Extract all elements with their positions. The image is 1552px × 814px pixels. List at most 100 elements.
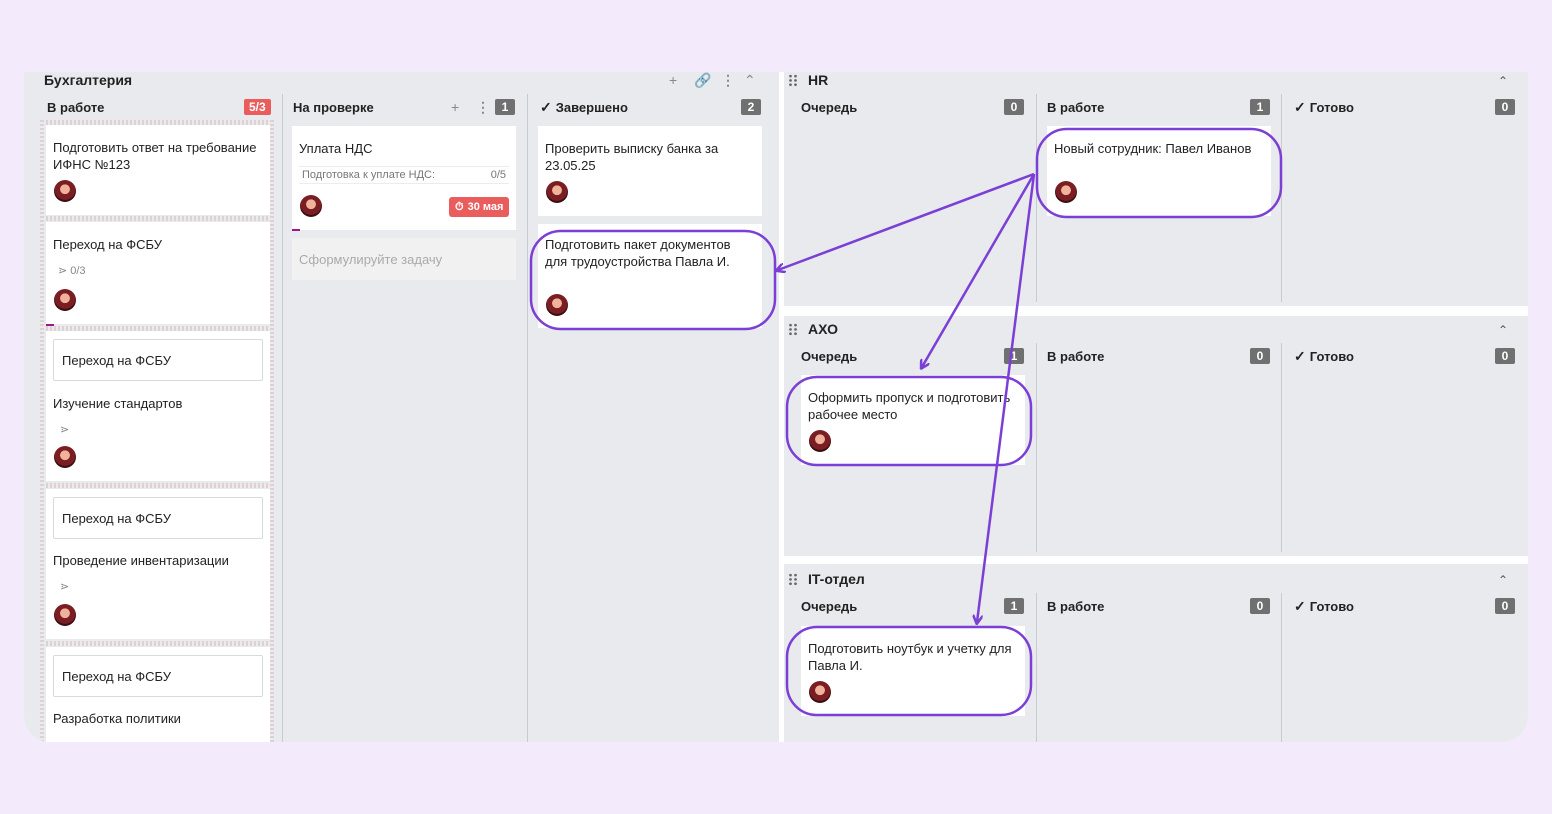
column-divider (1281, 94, 1282, 302)
avatar[interactable] (54, 180, 76, 202)
avatar[interactable] (54, 289, 76, 311)
task-title: Подготовить пакет документов для трудоус… (545, 237, 731, 269)
column-label: Очередь (801, 598, 858, 614)
task-title: Проведение инвентаризации (53, 553, 229, 568)
subtask-card[interactable]: Переход на ФСБУ Проведение инвентаризаци… (46, 489, 270, 639)
count-badge: 1 (1004, 598, 1024, 614)
task-title: Разработка политики (53, 711, 181, 726)
column-header-done: ✓ Готово (1294, 596, 1354, 616)
count-badge: 0 (1495, 598, 1515, 614)
subtask-card[interactable]: Переход на ФСБУ Изучение стандартов ⋗ (46, 331, 270, 481)
task-card[interactable]: Новый сотрудник: Павел Иванов (1047, 126, 1271, 216)
column-divider (1036, 593, 1037, 742)
column-label: На проверке (293, 99, 374, 115)
new-task-input[interactable]: Сформулируйте задачу (292, 238, 516, 280)
checklist-row[interactable]: Подготовка к уплате НДС: 0/5 (299, 166, 509, 184)
task-card[interactable]: Подготовить пакет документов для трудоус… (538, 224, 762, 328)
checklist-progress: 0/5 (490, 169, 506, 181)
avatar[interactable] (54, 604, 76, 626)
column-header-done: ✓ Готово (1294, 97, 1354, 117)
chevron-up-icon[interactable]: ⌃ (1498, 323, 1508, 337)
column-divider (282, 94, 283, 742)
task-title: Новый сотрудник: Павел Иванов (1054, 141, 1252, 156)
task-card[interactable]: Уплата НДС Подготовка к уплате НДС: 0/5 … (292, 126, 516, 230)
plus-icon[interactable]: + (451, 100, 459, 114)
avatar[interactable] (1055, 181, 1077, 203)
subtasks-count: 0/3 (70, 264, 86, 277)
group-title-hr: HR (808, 72, 829, 88)
avatar[interactable] (546, 181, 568, 203)
count-badge: 1 (495, 99, 515, 115)
column-label: В работе (1047, 348, 1105, 364)
column-label: Очередь (801, 99, 858, 115)
column-stripe (270, 120, 274, 742)
parent-task-link[interactable]: Переход на ФСБУ (53, 339, 263, 381)
column-label: В работе (1047, 598, 1105, 614)
column-header-queue: Очередь (801, 346, 857, 366)
task-title: Подготовить ноутбук и учетку для Павла И… (808, 641, 1012, 673)
column-header-review: На проверке (293, 97, 374, 117)
count-badge: 0 (1250, 348, 1270, 364)
column-divider (1036, 94, 1037, 302)
group-axo: АХО ⌃ Очередь 1 В работе 0 ✓ Готово 0 Оф… (784, 316, 1528, 556)
column-header-queue: Очередь (801, 97, 857, 117)
accent-marker (292, 229, 300, 231)
avatar[interactable] (546, 294, 568, 316)
parent-task-link[interactable]: Переход на ФСБУ (53, 655, 263, 697)
column-header-in-progress: В работе (1047, 97, 1104, 117)
card-divider (46, 216, 270, 221)
column-divider (1281, 343, 1282, 552)
count-badge: 1 (1004, 348, 1024, 364)
timer-icon: ⏱ (455, 200, 464, 213)
task-card[interactable]: Оформить пропуск и подготовить рабочее м… (801, 375, 1025, 465)
count-badge: 0 (1250, 598, 1270, 614)
due-date-badge[interactable]: ⏱ 30 мая (449, 197, 510, 217)
card-divider (46, 483, 270, 488)
subtask-card[interactable]: Переход на ФСБУ Разработка политики (46, 647, 270, 742)
task-card[interactable]: Переход на ФСБУ ⋗ 0/3 (46, 222, 270, 324)
count-badge: 0 (1495, 348, 1515, 364)
column-label: В работе (1047, 99, 1105, 115)
more-icon[interactable]: ⋮ (721, 73, 735, 87)
avatar[interactable] (809, 681, 831, 703)
group-title-it: IT-отдел (808, 571, 865, 587)
count-badge: 1 (1250, 99, 1270, 115)
task-card[interactable]: Подготовить ответ на требование ИФНС №12… (46, 125, 270, 215)
column-header-in-progress: В работе (1047, 596, 1104, 616)
subtasks-icon: ⋗ (60, 581, 70, 593)
group-title-accounting: Бухгалтерия (44, 72, 133, 88)
check-icon: ✓ (1294, 98, 1306, 115)
column-header-in-progress: В работе (47, 97, 104, 117)
plus-icon[interactable]: + (669, 73, 677, 87)
task-card[interactable]: Проверить выписку банка за 23.05.25 (538, 126, 762, 216)
chevron-up-icon[interactable]: ⌃ (744, 73, 756, 87)
group-hr: HR ⌃ Очередь 0 В работе 1 ✓ Готово 0 Нов… (784, 72, 1528, 306)
column-label: Готово (1309, 99, 1354, 115)
avatar[interactable] (54, 446, 76, 468)
column-label: Завершено (555, 99, 628, 115)
column-header-done: ✓ Завершено (540, 97, 628, 117)
chevron-up-icon[interactable]: ⌃ (1498, 573, 1508, 587)
count-badge: 0 (1004, 99, 1024, 115)
accounting-board: Бухгалтерия + 🔗 ⋮ ⌃ В работе 5/3 На пров… (24, 72, 779, 742)
group-title-axo: АХО (808, 321, 838, 337)
checklist-label: Подготовка к уплате НДС: (302, 169, 436, 181)
avatar[interactable] (809, 430, 831, 452)
drag-handle-icon[interactable] (788, 573, 798, 586)
task-card[interactable]: Подготовить ноутбук и учетку для Павла И… (801, 626, 1025, 716)
link-icon[interactable]: 🔗 (694, 73, 711, 87)
parent-task-link[interactable]: Переход на ФСБУ (53, 497, 263, 539)
subtasks-indicator[interactable]: ⋗ 0/3 (58, 264, 86, 278)
column-label: В работе (47, 99, 105, 115)
drag-handle-icon[interactable] (788, 323, 798, 336)
avatar[interactable] (300, 195, 322, 217)
drag-handle-icon[interactable] (788, 74, 798, 87)
more-icon[interactable]: ⋮ (476, 100, 490, 114)
subtasks-icon: ⋗ (58, 265, 68, 277)
task-title: Оформить пропуск и подготовить рабочее м… (808, 390, 1011, 422)
task-title: Переход на ФСБУ (53, 237, 163, 252)
kanban-board: Бухгалтерия + 🔗 ⋮ ⌃ В работе 5/3 На пров… (24, 72, 1528, 742)
task-title: Изучение стандартов (53, 396, 183, 411)
chevron-up-icon[interactable]: ⌃ (1498, 74, 1508, 88)
column-divider (1281, 593, 1282, 742)
